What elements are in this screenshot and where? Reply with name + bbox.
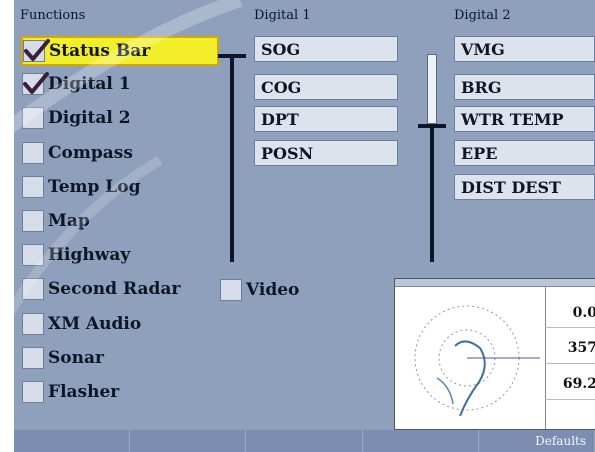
function-item[interactable]: Digital 2 bbox=[22, 104, 222, 132]
preview-radar-map bbox=[414, 305, 540, 417]
function-checkbox[interactable] bbox=[23, 39, 50, 62]
digital1-field[interactable]: DPT bbox=[254, 106, 398, 132]
function-label: Highway bbox=[48, 245, 131, 266]
layout-preview: 0.0 357 69.2 bbox=[394, 278, 595, 430]
function-label: Digital 2 bbox=[48, 108, 131, 129]
function-checkbox[interactable] bbox=[22, 244, 44, 267]
softkey[interactable] bbox=[246, 430, 363, 452]
softkey[interactable] bbox=[14, 430, 131, 452]
function-item[interactable]: Flasher bbox=[22, 378, 222, 406]
digital2-field[interactable]: EPE bbox=[454, 140, 595, 166]
function-item[interactable]: Second Radar bbox=[22, 275, 222, 303]
checkmark-icon bbox=[23, 72, 49, 95]
digital2-scroll-track[interactable] bbox=[430, 124, 434, 262]
softkey[interactable] bbox=[130, 430, 247, 452]
function-checkbox[interactable] bbox=[22, 381, 44, 403]
digital1-field[interactable]: SOG bbox=[254, 36, 398, 62]
function-checkbox[interactable] bbox=[22, 175, 44, 198]
preview-divider bbox=[545, 363, 595, 364]
preview-divider bbox=[545, 286, 546, 429]
function-checkbox[interactable] bbox=[22, 278, 44, 301]
digital1-header: Digital 1 bbox=[254, 8, 311, 23]
digital2-field[interactable]: BRG bbox=[454, 74, 595, 100]
function-label: Map bbox=[48, 211, 90, 231]
softkey[interactable] bbox=[362, 430, 479, 452]
function-item[interactable]: Compass bbox=[22, 139, 222, 167]
function-checkbox[interactable] bbox=[22, 141, 44, 164]
layout-settings-screen: Functions Digital 1 Digital 2 Status Bar… bbox=[14, 0, 595, 452]
softkey-bar: Defaults bbox=[14, 430, 595, 452]
preview-divider bbox=[545, 399, 595, 400]
digital1-field[interactable]: COG bbox=[254, 74, 398, 100]
function-label: Compass bbox=[48, 142, 133, 163]
checkmark-icon bbox=[24, 39, 50, 61]
preview-value: 69.2 bbox=[562, 376, 595, 392]
function-item[interactable]: Highway bbox=[22, 241, 222, 269]
function-item[interactable]: Status Bar bbox=[21, 36, 219, 66]
function-label: Flasher bbox=[48, 382, 120, 402]
preview-value: 0.0 bbox=[572, 305, 595, 321]
function-checkbox[interactable] bbox=[22, 346, 44, 369]
function-checkbox[interactable] bbox=[22, 312, 44, 335]
preview-value: 357 bbox=[567, 340, 595, 356]
function-item[interactable]: Digital 1 bbox=[22, 70, 222, 98]
function-item[interactable]: Sonar bbox=[22, 344, 222, 372]
function-label: Digital 1 bbox=[48, 74, 131, 95]
digital2-field[interactable]: WTR TEMP bbox=[454, 106, 595, 132]
function-item[interactable]: XM Audio bbox=[22, 310, 222, 338]
digital1-scroll-thumb[interactable] bbox=[218, 54, 246, 58]
digital2-scroll-thumb[interactable] bbox=[418, 124, 446, 128]
digital2-scroll-fill bbox=[427, 54, 437, 124]
functions-header: Functions bbox=[20, 8, 86, 23]
digital2-field[interactable]: DIST DEST bbox=[454, 174, 595, 200]
function-label: Status Bar bbox=[49, 41, 151, 61]
digital2-header: Digital 2 bbox=[454, 8, 511, 23]
video-checkbox[interactable] bbox=[220, 279, 242, 301]
digital1-scroll-track[interactable] bbox=[230, 54, 234, 262]
function-checkbox[interactable] bbox=[22, 210, 44, 232]
function-item[interactable]: Map bbox=[22, 207, 222, 235]
function-checkbox[interactable] bbox=[22, 107, 44, 130]
function-label: Temp Log bbox=[48, 176, 141, 197]
defaults-softkey[interactable]: Defaults bbox=[478, 430, 595, 452]
preview-divider bbox=[545, 327, 595, 328]
function-label: Second Radar bbox=[48, 279, 181, 300]
digital2-field[interactable]: VMG bbox=[454, 36, 595, 62]
digital1-field[interactable]: POSN bbox=[254, 140, 398, 166]
video-option[interactable]: Video bbox=[220, 276, 330, 304]
function-label: XM Audio bbox=[48, 313, 142, 334]
function-checkbox[interactable] bbox=[22, 72, 49, 96]
function-item[interactable]: Temp Log bbox=[22, 173, 222, 201]
video-label: Video bbox=[246, 280, 300, 300]
function-label: Sonar bbox=[48, 347, 104, 368]
